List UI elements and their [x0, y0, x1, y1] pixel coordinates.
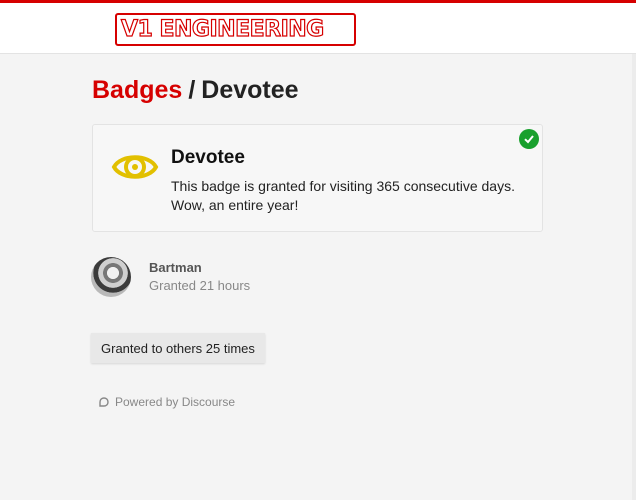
scrollbar[interactable]	[632, 54, 636, 500]
username-link[interactable]: Bartman	[149, 260, 202, 275]
site-header: V1 ENGINEERING	[0, 0, 636, 54]
breadcrumb: Badges / Devotee	[92, 76, 299, 105]
discourse-icon	[99, 397, 109, 407]
powered-by[interactable]: Powered by Discourse	[99, 395, 235, 409]
badge-card: Devotee This badge is granted for visiti…	[92, 124, 543, 232]
badge-title: Devotee	[171, 147, 245, 168]
logo-text: V1 ENGINEERING	[120, 16, 324, 42]
check-icon	[524, 135, 534, 144]
check-circle-icon	[519, 129, 539, 149]
avatar[interactable]	[91, 257, 131, 297]
breadcrumb-separator: /	[188, 76, 196, 104]
eye-icon	[111, 155, 159, 179]
page-title: Devotee	[201, 76, 299, 104]
granted-time: Granted 21 hours	[149, 278, 251, 293]
breadcrumb-badges-link[interactable]: Badges	[92, 76, 182, 104]
site-logo[interactable]: V1 ENGINEERING	[115, 13, 356, 46]
powered-by-text: Powered by Discourse	[115, 395, 236, 409]
granted-to-others-button[interactable]: Granted to others 25 times	[91, 333, 265, 363]
badge-description: This badge is granted for visiting 365 c…	[171, 178, 515, 213]
